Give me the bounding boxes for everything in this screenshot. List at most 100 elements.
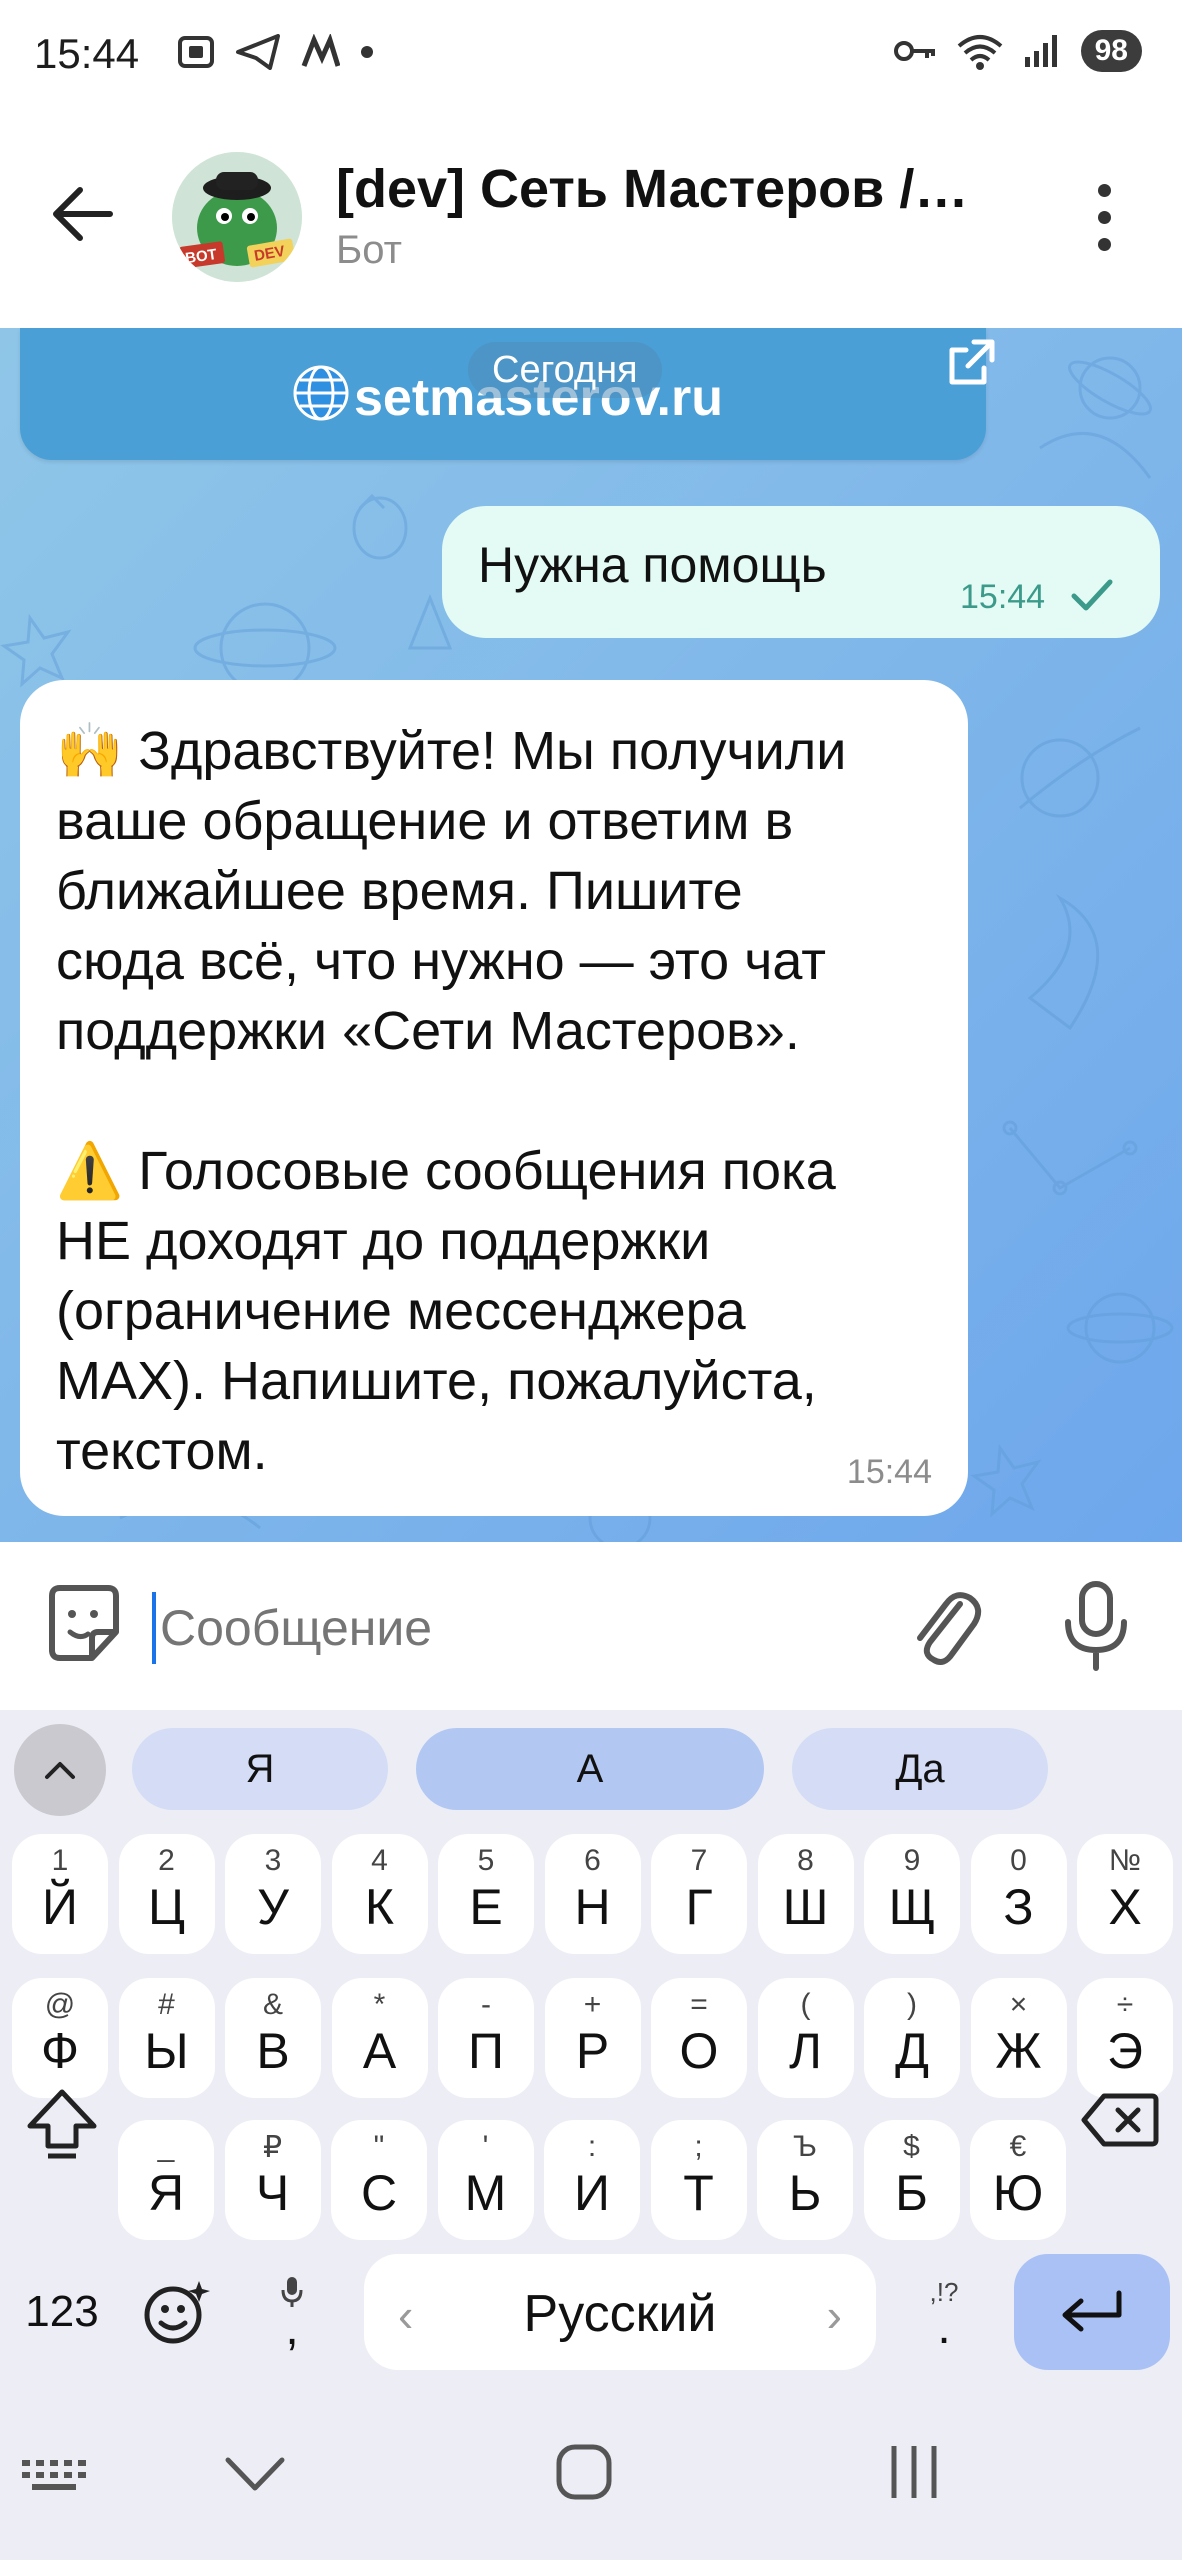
backspace-icon xyxy=(1081,2093,1159,2147)
sticker-icon[interactable] xyxy=(42,1582,126,1666)
status-bar: 15:44 98 xyxy=(0,0,1182,112)
paperclip-icon[interactable] xyxy=(906,1582,984,1672)
key-И[interactable]: :И xyxy=(544,2120,640,2240)
key-П[interactable]: -П xyxy=(438,1978,534,2098)
key-А[interactable]: * А xyxy=(331,1978,428,2098)
suggestion-chip[interactable]: А xyxy=(416,1728,764,1810)
key-label: А xyxy=(362,2023,397,2079)
signal-icon xyxy=(1024,35,1057,67)
chevron-up-icon xyxy=(45,1762,75,1779)
key-secondary-label: ' xyxy=(482,2130,489,2163)
spacebar[interactable]: ‹ Русский › xyxy=(364,2254,876,2370)
key-secondary-label: ( xyxy=(800,1988,811,2021)
key-Ш[interactable]: 8Ш xyxy=(757,1834,854,1954)
key-У[interactable]: 3У xyxy=(225,1834,321,1954)
key-secondary-label: 9 xyxy=(903,1844,921,1877)
backspace-key[interactable] xyxy=(1072,2064,1168,2184)
telegram-icon xyxy=(236,34,280,70)
key-Е[interactable]: 5Е xyxy=(438,1834,534,1954)
key-С[interactable]: " С xyxy=(331,2120,427,2240)
shift-icon xyxy=(27,2089,97,2159)
suggestion-chip[interactable]: Да xyxy=(792,1728,1048,1810)
message-input[interactable] xyxy=(152,1592,852,1664)
key-Г[interactable]: 7Г xyxy=(651,1834,747,1954)
incoming-line: ваше обращение и ответим в xyxy=(56,791,794,851)
key-Б[interactable]: $ Б xyxy=(863,2120,960,2240)
key-secondary-label: 8 xyxy=(797,1844,814,1877)
key-icon xyxy=(893,41,935,61)
emoji-key[interactable] xyxy=(128,2254,224,2370)
key-К[interactable]: 4К xyxy=(331,1834,428,1954)
status-time: 15:44 xyxy=(34,30,140,77)
key-Ю[interactable]: € Ю xyxy=(970,2120,1066,2240)
numbers-key[interactable]: 123 xyxy=(14,2254,110,2370)
globe-icon xyxy=(293,365,349,421)
key-secondary-label: ÷ xyxy=(1116,1988,1134,2021)
key-Р[interactable]: + Р xyxy=(544,1978,641,2098)
key-secondary-label: _ xyxy=(157,2130,175,2163)
key-Н[interactable]: 6Н xyxy=(544,1834,641,1954)
key-Ц[interactable]: 2Ц xyxy=(118,1834,215,1954)
chat-area[interactable]: setmasterov.ru Сегодня Нужна помощь 15:4… xyxy=(0,328,1182,1542)
suggestion-chip[interactable]: Я xyxy=(132,1728,388,1810)
key-Д[interactable]: ) Д xyxy=(864,1978,960,2098)
key-secondary-label: 6 xyxy=(584,1844,601,1877)
key-О[interactable]: = О xyxy=(651,1978,747,2098)
suggestions-toggle[interactable] xyxy=(14,1724,106,1816)
key-Ж[interactable]: × Ж xyxy=(970,1978,1067,2098)
enter-icon xyxy=(1062,2290,1122,2332)
incoming-message-time: 15:44 xyxy=(846,1453,932,1491)
key-label: У xyxy=(257,1879,289,1935)
keyboard-hide-icon[interactable] xyxy=(18,2454,88,2494)
enter-key[interactable] xyxy=(1014,2254,1170,2370)
incoming-message[interactable]: 🙌 Здравствуйте! Мы получили ваше обращен… xyxy=(20,680,968,1516)
outgoing-message[interactable]: Нужна помощь 15:44 xyxy=(442,506,1160,638)
microphone-icon[interactable] xyxy=(1058,1578,1134,1674)
key-label: Щ xyxy=(888,1879,936,1935)
avatar[interactable]: BOT DEV xyxy=(172,152,302,282)
incoming-line: сюда всё, что нужно — это чат xyxy=(56,931,826,991)
comma-key[interactable]: , xyxy=(244,2254,340,2370)
chat-title[interactable]: [dev] Сеть Мастеров /… xyxy=(336,158,996,220)
battery-indicator: 98 xyxy=(1080,30,1142,72)
key-Л[interactable]: (Л xyxy=(757,1978,854,2098)
key-Т[interactable]: ; Т xyxy=(650,2120,747,2240)
key-secondary-label: € xyxy=(1009,2130,1027,2163)
emoji-icon xyxy=(144,2281,210,2344)
key-М[interactable]: ' М xyxy=(437,2120,534,2240)
nav-recents-icon[interactable] xyxy=(884,2442,944,2502)
key-Ы[interactable]: # Ы xyxy=(118,1978,215,2098)
nav-back-icon[interactable] xyxy=(222,2452,288,2496)
key-Й[interactable]: 1Й xyxy=(12,1834,108,1954)
key-Я[interactable]: _ Я xyxy=(118,2120,214,2240)
key-Ь[interactable]: ЪЬ xyxy=(757,2120,853,2240)
key-secondary-label: 2 xyxy=(158,1844,175,1877)
nav-home-icon[interactable] xyxy=(554,2442,614,2502)
period-key[interactable]: ,!? . xyxy=(896,2254,992,2370)
arrow-left-icon[interactable] xyxy=(50,184,114,244)
key-secondary-label: + xyxy=(583,1988,602,2021)
key-label: Е xyxy=(469,1879,503,1935)
incoming-line: НЕ доходят до поддержки xyxy=(56,1211,711,1271)
key-З[interactable]: 0З xyxy=(970,1834,1067,1954)
key-label: М xyxy=(464,2165,507,2221)
key-secondary-label: $ xyxy=(903,2130,920,2163)
key-Ч[interactable]: ₽ Ч xyxy=(224,2120,321,2240)
key-label: Ы xyxy=(144,2023,189,2079)
key-secondary-label: 0 xyxy=(1010,1844,1027,1877)
key-Щ[interactable]: 9Щ xyxy=(864,1834,960,1954)
external-link-icon[interactable] xyxy=(944,336,998,390)
key-В[interactable]: & В xyxy=(225,1978,321,2098)
shift-key[interactable] xyxy=(14,2064,110,2184)
more-menu-icon[interactable] xyxy=(1096,184,1112,254)
key-secondary-label: " xyxy=(373,2130,385,2163)
wifi-icon xyxy=(957,35,1002,70)
incoming-message-text: 🙌 Здравствуйте! Мы получили ваше обращен… xyxy=(56,716,956,1486)
key-secondary-label: 5 xyxy=(477,1844,495,1877)
key-label: Л xyxy=(789,2023,822,2079)
key-label: И xyxy=(574,2165,610,2221)
date-divider: Сегодня xyxy=(468,342,662,398)
incoming-line: MAX). Напишите, пожалуйста, xyxy=(56,1351,817,1411)
key-Х[interactable]: № Х xyxy=(1077,1834,1173,1954)
key-label: К xyxy=(364,1879,395,1935)
